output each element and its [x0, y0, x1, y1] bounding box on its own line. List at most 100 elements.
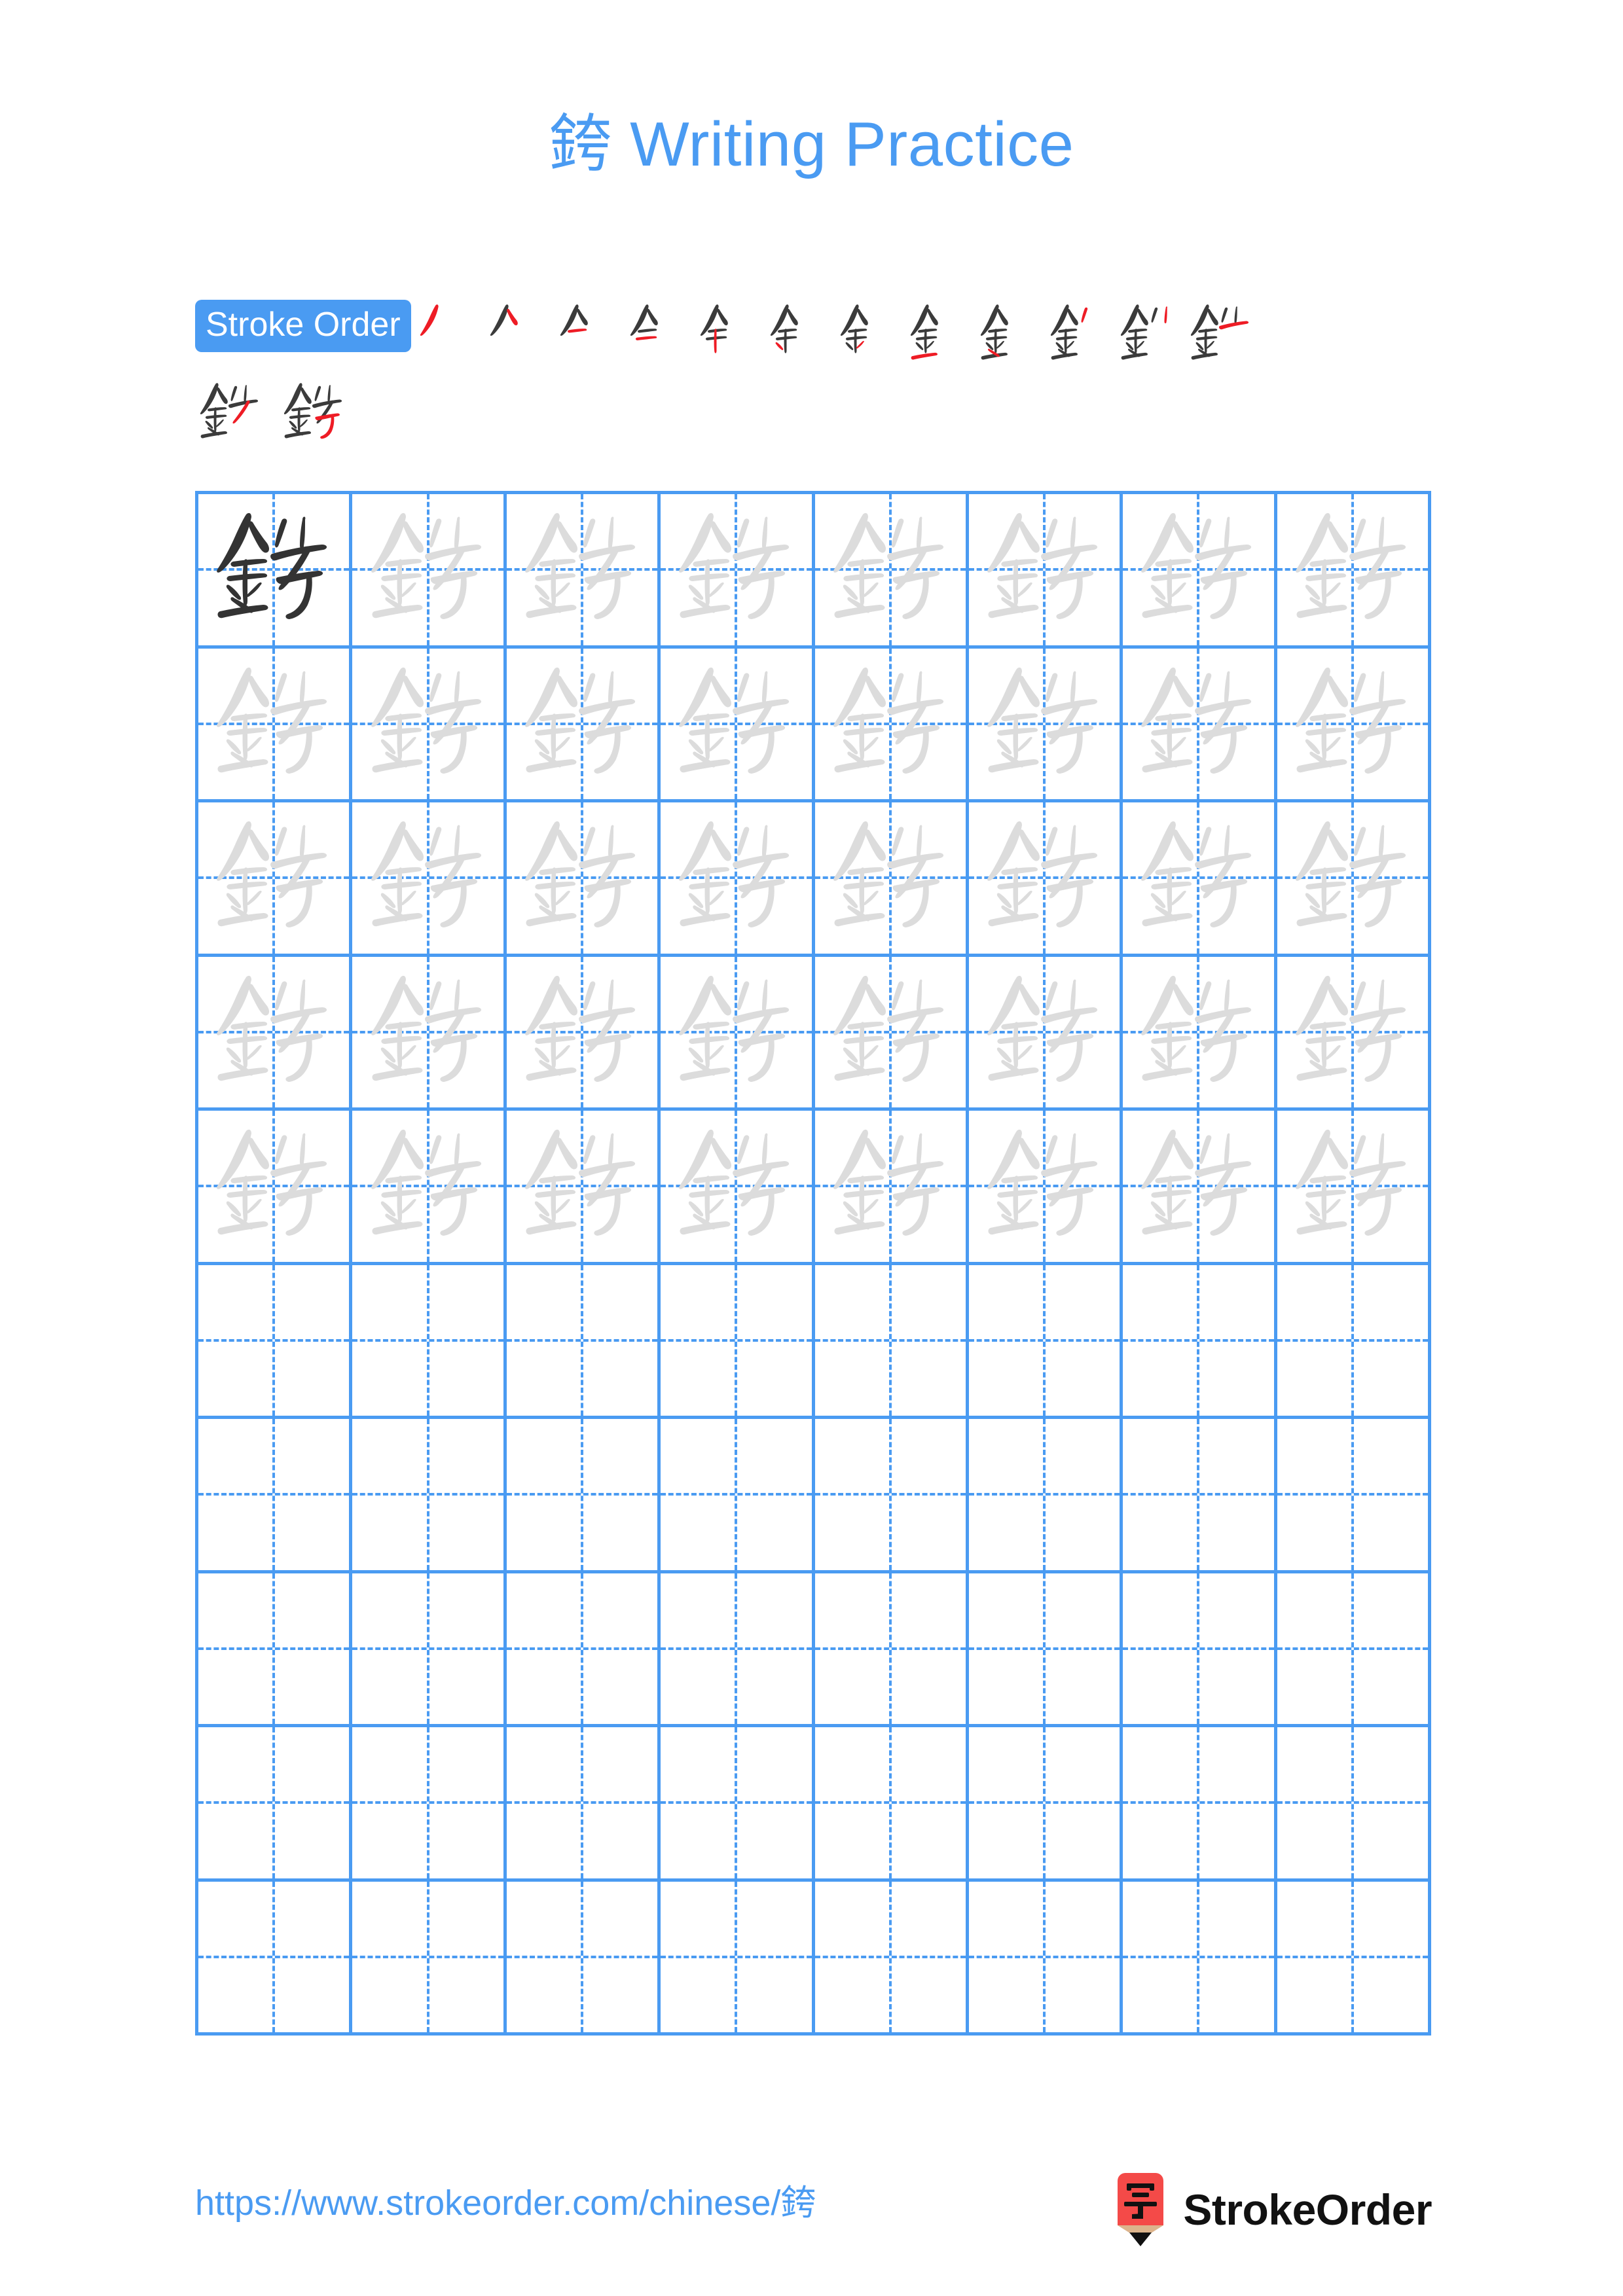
practice-cell-r2-c2[interactable] [352, 648, 507, 802]
practice-cell-r1-c2[interactable] [352, 494, 507, 649]
trace-character [815, 649, 966, 800]
practice-cell-r7-c1[interactable] [198, 1419, 353, 1573]
practice-cell-r2-c4[interactable] [661, 648, 815, 802]
practice-cell-r9-c2[interactable] [352, 1727, 507, 1882]
stroke-step-14 [280, 378, 348, 447]
practice-cell-r4-c6[interactable] [968, 956, 1123, 1111]
practice-cell-r9-c7[interactable] [1123, 1727, 1277, 1882]
trace-character [1277, 1111, 1428, 1262]
trace-character [661, 957, 811, 1108]
practice-cell-r7-c2[interactable] [352, 1419, 507, 1573]
practice-cell-r6-c4[interactable] [661, 1265, 815, 1419]
practice-cell-r1-c8[interactable] [1277, 494, 1431, 649]
practice-cell-r1-c7[interactable] [1123, 494, 1277, 649]
practice-cell-r4-c7[interactable] [1123, 956, 1277, 1111]
trace-character [969, 649, 1120, 800]
practice-cell-r10-c8[interactable] [1277, 1881, 1431, 2036]
practice-cell-r6-c3[interactable] [506, 1265, 661, 1419]
practice-cell-r1-c6[interactable] [968, 494, 1123, 649]
practice-cell-r8-c3[interactable] [506, 1573, 661, 1727]
practice-cell-r10-c7[interactable] [1123, 1881, 1277, 2036]
practice-cell-r4-c5[interactable] [814, 956, 969, 1111]
trace-character [969, 802, 1120, 954]
trace-character [352, 1111, 503, 1262]
practice-cell-r5-c1[interactable] [198, 1111, 353, 1265]
practice-cell-r7-c3[interactable] [506, 1419, 661, 1573]
practice-cell-r9-c4[interactable] [661, 1727, 815, 1882]
practice-cell-r8-c2[interactable] [352, 1573, 507, 1727]
practice-cell-r7-c6[interactable] [968, 1419, 1123, 1573]
practice-cell-r7-c5[interactable] [814, 1419, 969, 1573]
practice-cell-r10-c4[interactable] [661, 1881, 815, 2036]
practice-cell-r3-c6[interactable] [968, 802, 1123, 957]
practice-cell-r2-c5[interactable] [814, 648, 969, 802]
practice-cell-r5-c8[interactable] [1277, 1111, 1431, 1265]
practice-cell-r7-c4[interactable] [661, 1419, 815, 1573]
practice-cell-r4-c8[interactable] [1277, 956, 1431, 1111]
brand-logo[interactable]: StrokeOrder [1112, 2173, 1432, 2246]
practice-cell-r8-c5[interactable] [814, 1573, 969, 1727]
source-url-link[interactable]: https://www.strokeorder.com/chinese/銙 [195, 2182, 816, 2225]
stroke-step-5 [696, 300, 765, 368]
practice-cell-r2-c8[interactable] [1277, 648, 1431, 802]
practice-cell-r6-c6[interactable] [968, 1265, 1123, 1419]
practice-cell-r3-c8[interactable] [1277, 802, 1431, 957]
practice-cell-r1-c5[interactable] [814, 494, 969, 649]
practice-cell-r10-c3[interactable] [506, 1881, 661, 2036]
practice-cell-r3-c4[interactable] [661, 802, 815, 957]
practice-cell-r5-c3[interactable] [506, 1111, 661, 1265]
practice-cell-r1-c1[interactable] [198, 494, 353, 649]
practice-cell-r9-c3[interactable] [506, 1727, 661, 1882]
stroke-order-section: Stroke Order [195, 300, 1432, 368]
practice-cell-r5-c4[interactable] [661, 1111, 815, 1265]
practice-cell-r5-c6[interactable] [968, 1111, 1123, 1265]
practice-cell-r4-c1[interactable] [198, 956, 353, 1111]
practice-cell-r9-c1[interactable] [198, 1727, 353, 1882]
practice-cell-r1-c3[interactable] [506, 494, 661, 649]
trace-character [198, 1111, 349, 1262]
trace-character [1277, 957, 1428, 1108]
practice-cell-r7-c7[interactable] [1123, 1419, 1277, 1573]
page-title-character: 銙 [549, 107, 612, 181]
practice-cell-r10-c5[interactable] [814, 1881, 969, 2036]
trace-character [1123, 802, 1273, 954]
stroke-order-sequence-row-2 [195, 378, 363, 447]
practice-cell-r6-c8[interactable] [1277, 1265, 1431, 1419]
practice-cell-r3-c3[interactable] [506, 802, 661, 957]
practice-cell-r2-c6[interactable] [968, 648, 1123, 802]
trace-character [198, 957, 349, 1108]
trace-character [507, 802, 657, 954]
practice-cell-r10-c6[interactable] [968, 1881, 1123, 2036]
practice-cell-r5-c2[interactable] [352, 1111, 507, 1265]
practice-cell-r1-c4[interactable] [661, 494, 815, 649]
practice-cell-r3-c2[interactable] [352, 802, 507, 957]
practice-cell-r4-c2[interactable] [352, 956, 507, 1111]
practice-cell-r6-c7[interactable] [1123, 1265, 1277, 1419]
practice-cell-r6-c2[interactable] [352, 1265, 507, 1419]
practice-cell-r3-c5[interactable] [814, 802, 969, 957]
practice-cell-r8-c6[interactable] [968, 1573, 1123, 1727]
practice-cell-r4-c4[interactable] [661, 956, 815, 1111]
practice-cell-r2-c1[interactable] [198, 648, 353, 802]
practice-cell-r2-c3[interactable] [506, 648, 661, 802]
practice-cell-r8-c1[interactable] [198, 1573, 353, 1727]
practice-cell-r3-c1[interactable] [198, 802, 353, 957]
practice-cell-r6-c5[interactable] [814, 1265, 969, 1419]
practice-cell-r8-c4[interactable] [661, 1573, 815, 1727]
practice-cell-r6-c1[interactable] [198, 1265, 353, 1419]
practice-cell-r3-c7[interactable] [1123, 802, 1277, 957]
practice-cell-r8-c7[interactable] [1123, 1573, 1277, 1727]
practice-cell-r7-c8[interactable] [1277, 1419, 1431, 1573]
practice-cell-r9-c6[interactable] [968, 1727, 1123, 1882]
practice-cell-r8-c8[interactable] [1277, 1573, 1431, 1727]
practice-cell-r10-c2[interactable] [352, 1881, 507, 2036]
practice-cell-r10-c1[interactable] [198, 1881, 353, 2036]
practice-cell-r5-c7[interactable] [1123, 1111, 1277, 1265]
practice-cell-r5-c5[interactable] [814, 1111, 969, 1265]
stroke-step-8 [906, 300, 975, 368]
trace-character [1277, 802, 1428, 954]
practice-cell-r2-c7[interactable] [1123, 648, 1277, 802]
practice-cell-r9-c8[interactable] [1277, 1727, 1431, 1882]
practice-cell-r4-c3[interactable] [506, 956, 661, 1111]
practice-cell-r9-c5[interactable] [814, 1727, 969, 1882]
